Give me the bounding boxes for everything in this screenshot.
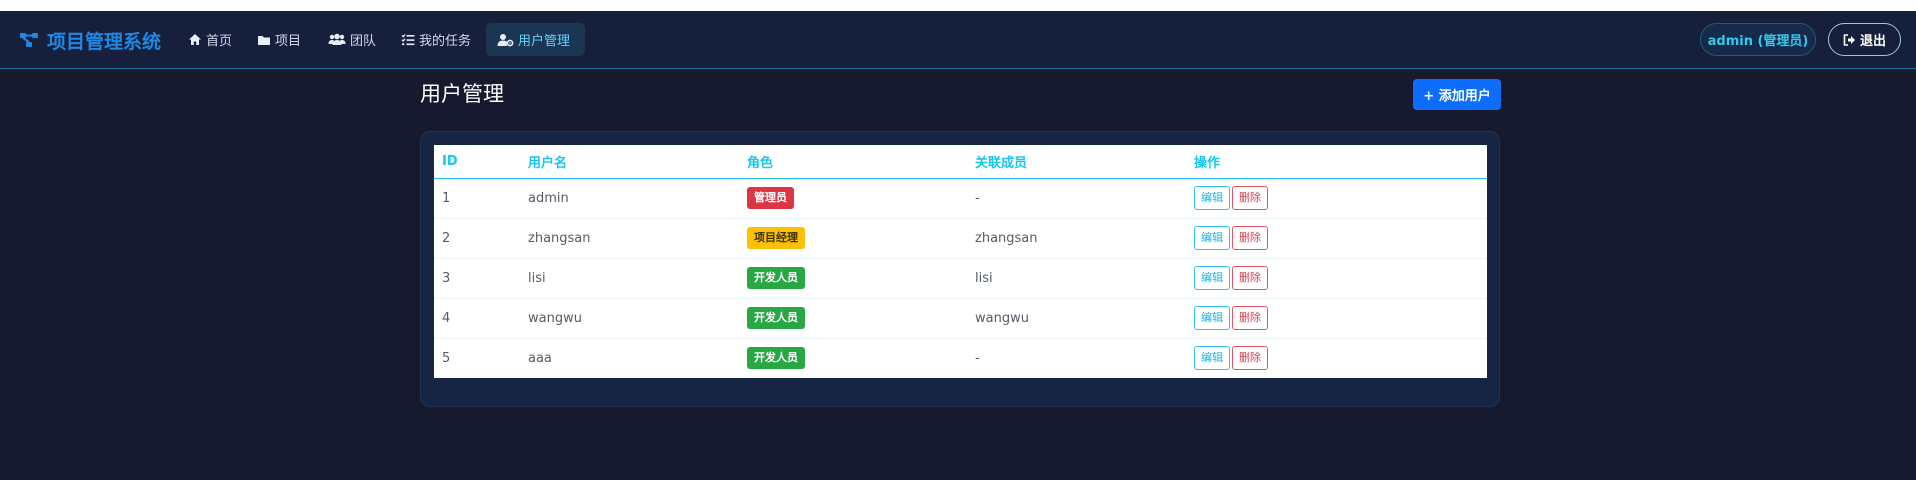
table-row: 5 aaa 开发人员 - 编辑 删除 [434,338,1487,378]
role-badge: 开发人员 [747,307,805,329]
cell-actions: 编辑 删除 [1186,338,1487,378]
cell-id: 4 [434,298,520,339]
cell-id: 5 [442,350,451,366]
nav-projects[interactable]: 项目 [246,23,312,56]
header-role: 角色 [739,145,967,179]
header-actions: 操作 [1186,145,1487,179]
cell-actions: 编辑 删除 [1186,258,1487,299]
project-diagram-icon [20,33,38,47]
add-user-button[interactable]: + 添加用户 [1413,79,1501,110]
cell-actions: 编辑 删除 [1186,178,1487,219]
tasks-icon [401,34,415,46]
nav-home-label: 首页 [206,34,233,49]
table-row: 3 lisi 开发人员 lisi 编辑 删除 [434,258,1487,299]
header-member: 关联成员 [967,145,1186,179]
users-card: ID 用户名 角色 关联成员 操作 1 admin 管理员 - 编辑 删除 2 … [420,131,1500,407]
current-user-badge: admin (管理员) [1700,23,1816,56]
logout-label: 退出 [1859,34,1886,49]
table-row: 2 zhangsan 项目经理 zhangsan 编辑 删除 [434,218,1487,259]
user-gear-icon [497,33,514,46]
brand-title: 项目管理系统 [47,30,162,53]
delete-button[interactable]: 删除 [1232,186,1268,210]
role-badge: 开发人员 [747,347,805,370]
cell-role: 项目经理 [739,218,967,259]
cell-id: 2 [434,218,520,259]
brand[interactable]: 项目管理系统 [19,26,161,54]
delete-button[interactable]: 删除 [1232,306,1268,330]
header-username: 用户名 [520,145,739,179]
sign-out-icon [1843,33,1855,46]
nav-user-management[interactable]: 用户管理 [486,23,585,56]
cell-member: lisi [967,258,1186,299]
cell-role: 开发人员 [739,298,967,339]
top-strip [0,0,1916,11]
nav-team-label: 团队 [350,34,377,49]
cell-role: 开发人员 [739,338,967,378]
cell-actions: 编辑 删除 [1186,298,1487,339]
role-badge: 开发人员 [747,267,805,289]
delete-button[interactable]: 删除 [1232,226,1268,250]
nav-team[interactable]: 团队 [317,23,387,56]
cell-username: lisi [520,258,739,299]
edit-button[interactable]: 编辑 [1194,186,1230,210]
cell-username: wangwu [520,298,739,339]
users-table: ID 用户名 角色 关联成员 操作 1 admin 管理员 - 编辑 删除 2 … [434,145,1487,378]
role-badge: 管理员 [747,187,794,209]
cell-id: 3 [434,258,520,299]
nav-user-management-label: 用户管理 [518,34,571,49]
cell-role: 开发人员 [739,258,967,299]
users-icon [328,33,346,45]
nav-my-tasks-label: 我的任务 [419,34,472,49]
edit-button[interactable]: 编辑 [1194,266,1230,290]
table-row: 1 admin 管理员 - 编辑 删除 [434,178,1487,219]
nav-projects-label: 项目 [275,34,302,49]
table-row: 4 wangwu 开发人员 wangwu 编辑 删除 [434,298,1487,339]
navbar: 项目管理系统 首页 项目 团队 我的任务 用户管理 admin (管理员) 退出 [0,11,1916,69]
home-icon [189,34,201,45]
cell-actions: 编辑 删除 [1186,218,1487,259]
cell-id: 1 [434,178,520,219]
edit-button[interactable]: 编辑 [1194,346,1230,371]
cell-username: admin [520,178,739,219]
role-badge: 项目经理 [747,227,805,249]
header-id: ID [434,145,520,179]
cell-member: wangwu [967,298,1186,339]
logout-button[interactable]: 退出 [1828,23,1901,56]
nav-home[interactable]: 首页 [177,23,243,56]
cell-role: 管理员 [739,178,967,219]
delete-button[interactable]: 删除 [1232,266,1268,290]
cell-member: zhangsan [967,218,1186,259]
edit-button[interactable]: 编辑 [1194,306,1230,330]
table-header-row: ID 用户名 角色 关联成员 操作 [434,145,1487,179]
nav-my-tasks[interactable]: 我的任务 [390,23,482,56]
users-table-wrapper: ID 用户名 角色 关联成员 操作 1 admin 管理员 - 编辑 删除 2 … [434,145,1487,378]
page-title: 用户管理 [420,82,504,106]
edit-button[interactable]: 编辑 [1194,226,1230,250]
cell-username: aaa [528,350,552,366]
folder-icon [258,35,270,45]
cell-member: - [967,178,1186,219]
cell-member: - [975,350,980,366]
cell-username: zhangsan [520,218,739,259]
delete-button[interactable]: 删除 [1232,346,1268,371]
